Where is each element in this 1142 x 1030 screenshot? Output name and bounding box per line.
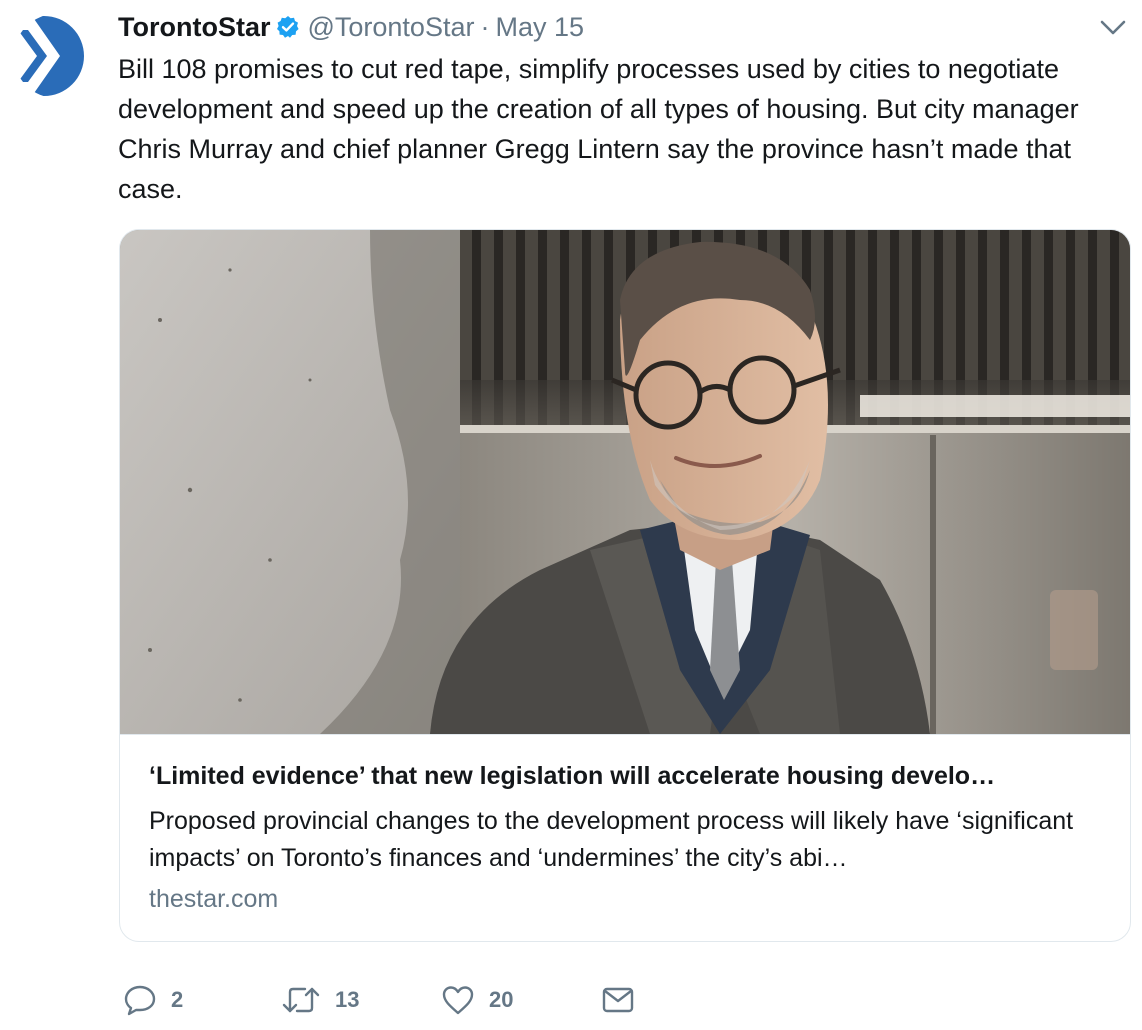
- avatar[interactable]: [14, 14, 98, 98]
- card-body[interactable]: ‘Limited evidence’ that new legislation …: [120, 734, 1130, 941]
- card-image[interactable]: [120, 230, 1130, 734]
- tweet-actions: 2 13 20: [123, 982, 635, 1018]
- chevron-down-icon[interactable]: [1100, 18, 1126, 38]
- tweet-text: Bill 108 promises to cut red tape, simpl…: [118, 54, 1079, 204]
- like-button[interactable]: 20: [441, 984, 601, 1016]
- display-name[interactable]: TorontoStar: [118, 12, 270, 43]
- card-domain: thestar.com: [149, 885, 279, 913]
- retweet-count: 13: [335, 987, 360, 1012]
- tweet-date[interactable]: May 15: [495, 12, 584, 43]
- reply-count: 2: [171, 987, 184, 1012]
- card-photo: [120, 230, 1130, 734]
- tweet-header: TorontoStar @TorontoStar · May 15: [118, 10, 584, 44]
- reply-button[interactable]: 2: [123, 984, 281, 1016]
- direct-message-button[interactable]: [601, 985, 635, 1015]
- envelope-icon: [601, 985, 635, 1015]
- retweet-icon: [281, 984, 321, 1016]
- card-title: ‘Limited evidence’ that new legislation …: [149, 762, 996, 790]
- retweet-button[interactable]: 13: [281, 984, 441, 1016]
- verified-badge-icon: [276, 15, 300, 39]
- separator-dot: ·: [480, 11, 490, 42]
- handle[interactable]: @TorontoStar: [307, 12, 474, 43]
- toronto-star-logo-icon: [14, 14, 98, 98]
- heart-icon: [441, 984, 475, 1016]
- card-description: Proposed provincial changes to the devel…: [149, 807, 1074, 872]
- like-count: 20: [489, 987, 514, 1012]
- reply-icon: [123, 984, 157, 1016]
- link-card[interactable]: ‘Limited evidence’ that new legislation …: [119, 229, 1131, 942]
